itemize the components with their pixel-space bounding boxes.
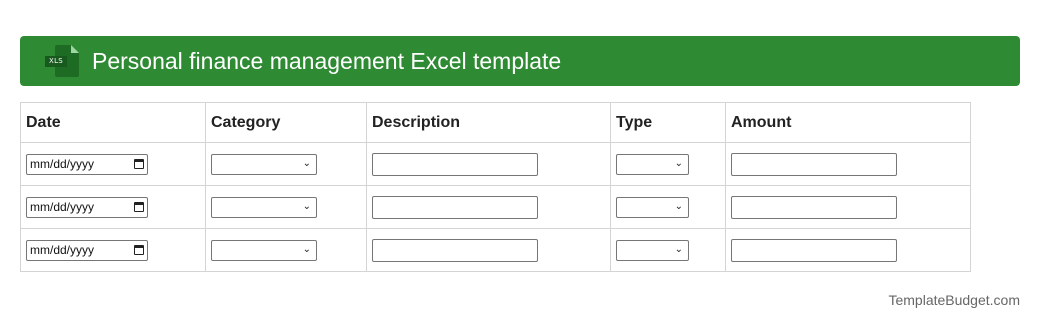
excel-file-icon: XLS <box>45 45 79 77</box>
date-placeholder: mm/dd/yyyy <box>30 157 95 171</box>
chevron-down-icon: ⌄ <box>674 157 683 169</box>
date-input[interactable]: mm/dd/yyyy <box>26 153 148 175</box>
calendar-icon[interactable] <box>134 159 144 169</box>
description-input[interactable] <box>372 195 538 219</box>
column-header-category: Category <box>205 102 367 143</box>
chevron-down-icon: ⌄ <box>674 243 683 255</box>
category-select[interactable]: ⌄ <box>211 196 317 218</box>
category-select[interactable]: ⌄ <box>211 239 317 261</box>
chevron-down-icon: ⌄ <box>302 200 311 212</box>
type-select[interactable]: ⌄ <box>616 153 689 175</box>
date-input[interactable]: mm/dd/yyyy <box>26 239 148 261</box>
type-select[interactable]: ⌄ <box>616 239 689 261</box>
date-input[interactable]: mm/dd/yyyy <box>26 196 148 218</box>
chevron-down-icon: ⌄ <box>302 157 311 169</box>
header-banner: XLS Personal finance management Excel te… <box>20 36 1020 86</box>
description-input[interactable] <box>372 238 538 262</box>
chevron-down-icon: ⌄ <box>302 243 311 255</box>
date-placeholder: mm/dd/yyyy <box>30 243 95 257</box>
category-select[interactable]: ⌄ <box>211 153 317 175</box>
excel-icon-label: XLS <box>45 56 67 67</box>
date-placeholder: mm/dd/yyyy <box>30 200 95 214</box>
finance-table: Date Category Description Type Amount mm… <box>20 102 971 272</box>
amount-input[interactable] <box>731 195 897 219</box>
column-header-description: Description <box>366 102 611 143</box>
description-input[interactable] <box>372 152 538 176</box>
table-row: mm/dd/yyyy ⌄ ⌄ <box>20 228 971 272</box>
column-header-amount: Amount <box>725 102 971 143</box>
page: XLS Personal finance management Excel te… <box>0 0 1040 329</box>
table-header-row: Date Category Description Type Amount <box>20 102 971 143</box>
page-title: Personal finance management Excel templa… <box>92 47 562 74</box>
type-select[interactable]: ⌄ <box>616 196 689 218</box>
calendar-icon[interactable] <box>134 202 144 212</box>
amount-input[interactable] <box>731 238 897 262</box>
table-row: mm/dd/yyyy ⌄ ⌄ <box>20 142 971 186</box>
column-header-date: Date <box>20 102 206 143</box>
amount-input[interactable] <box>731 152 897 176</box>
calendar-icon[interactable] <box>134 245 144 255</box>
table-row: mm/dd/yyyy ⌄ ⌄ <box>20 185 971 229</box>
brand-footer: TemplateBudget.com <box>888 292 1020 308</box>
column-header-type: Type <box>610 102 726 143</box>
chevron-down-icon: ⌄ <box>674 200 683 212</box>
